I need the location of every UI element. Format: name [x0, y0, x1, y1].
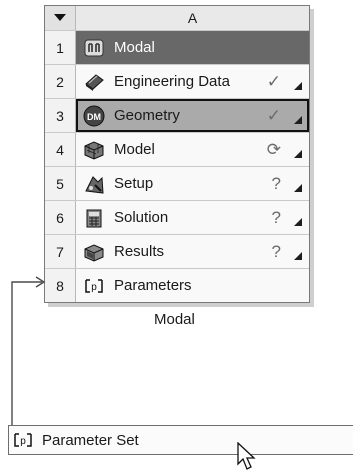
parameter-set-icon: p: [12, 429, 34, 451]
mouse-pointer-icon: [237, 442, 256, 470]
svg-text:p: p: [20, 436, 26, 447]
parameter-set-label: Parameter Set: [42, 431, 139, 449]
parameter-link-connector: [11, 276, 46, 425]
parameter-set-bar[interactable]: p Parameter Set: [8, 425, 353, 455]
